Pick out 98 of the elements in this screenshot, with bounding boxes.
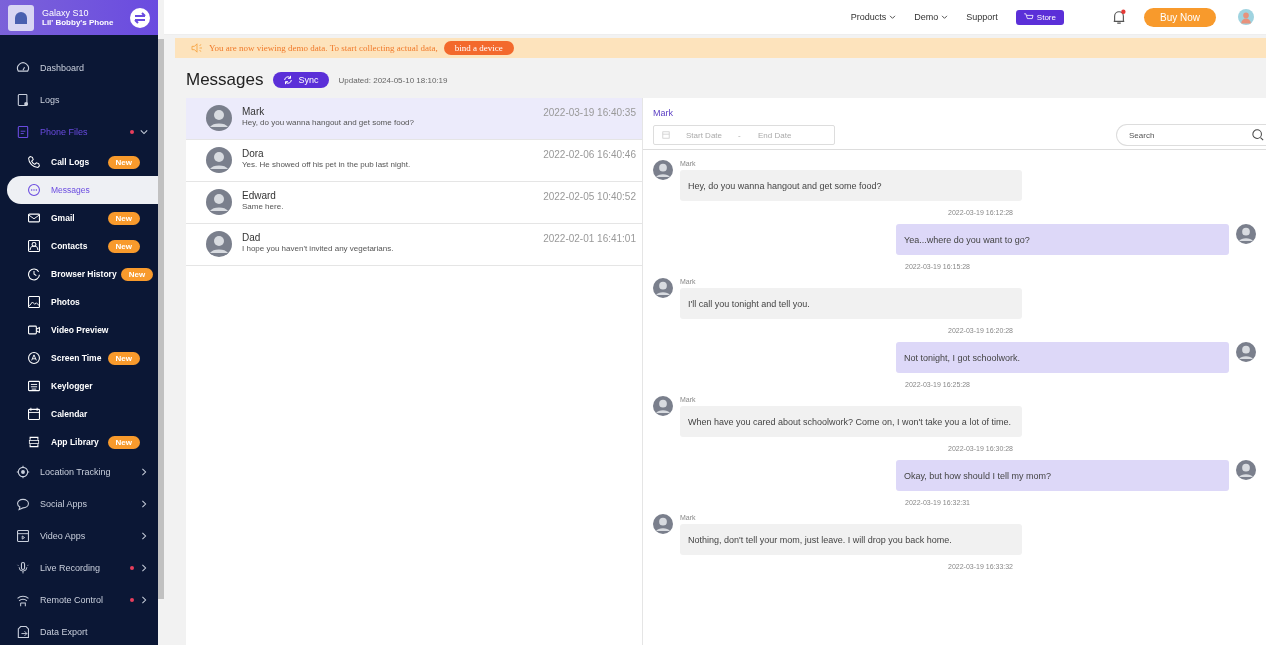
avatar-icon [206,105,232,131]
new-badge: New [120,267,154,281]
avatar-icon [653,396,673,416]
new-badge: New [107,239,140,253]
contact-name: Dad [242,232,262,243]
nav-link[interactable]: Demo [914,12,949,22]
sent-message: Yea...where do you want to go? [896,224,1229,255]
microphone-icon [16,561,30,575]
avatar-icon [206,231,232,257]
chat-contact-name: Mark [653,108,674,118]
avatar-icon [1236,460,1256,480]
signal-waves-icon [16,593,30,607]
target-icon [16,465,30,479]
updated-time: Updated: 2024-05-10 18:10:19 [338,75,448,85]
calendar-icon [662,131,670,139]
calendar-icon [27,407,41,421]
avatar-icon [1236,342,1256,362]
message-preview: I hope you haven't invited any vegetarians. [242,244,395,253]
nav-link[interactable]: Products [850,12,897,22]
new-badge: New [107,211,140,225]
conversation-item[interactable]: Edward Same here. 2022-02-05 10:40:52 [186,182,642,224]
sidebar-item[interactable]: Video Preview [0,316,158,344]
new-badge: New [107,435,140,449]
speech-bubble-icon [16,497,30,511]
clock-icon [27,267,41,281]
sidebar-item[interactable]: Data Export [0,616,158,645]
conversation-item[interactable]: Dad I hope you haven't invited any vegetarians. 2022-02-01 16:41:01 [186,224,642,266]
keyboard-icon [27,379,41,393]
message-time: 2022-03-19 16:40:35 [543,106,636,118]
nav-link[interactable]: Support [966,12,998,22]
image-icon [27,295,41,309]
message-preview: Same here. [242,202,285,211]
message-time: 2022-02-01 16:41:01 [543,232,636,244]
date-separator: - [738,130,741,140]
new-badge: New [107,155,140,169]
avatar-icon [206,189,232,215]
received-message: When have you cared about schoolwork? Come on, I won't take you a lot of time. [680,406,1022,437]
sidebar-item[interactable]: Gmail New [0,204,158,232]
sidebar-item[interactable]: Messages [7,176,158,204]
avatar-icon [653,160,673,180]
avatar-icon [653,514,673,534]
sidebar-item[interactable]: Keylogger [0,372,158,400]
sidebar-item[interactable]: App Library New [0,428,158,456]
avatar-icon [1236,224,1256,244]
circle-letter-icon [27,351,41,365]
device-name: Lil' Bobby's Phone [42,18,115,27]
sent-message: Okay, but how should I tell my mom? [896,460,1229,491]
sidebar-item[interactable]: Photos [0,288,158,316]
sidebar-item[interactable]: Contacts New [0,232,158,260]
cart-icon [1023,13,1034,21]
phone-icon [27,155,41,169]
contact-name: Edward [242,190,277,201]
export-icon [16,625,30,639]
new-badge: New [107,351,140,365]
sidebar-item[interactable]: Screen Time New [0,344,158,372]
sidebar-item[interactable]: Calendar [0,400,158,428]
app-frame-icon [27,435,41,449]
speaker-icon [191,43,203,53]
avatar-icon [653,278,673,298]
sidebar-item[interactable]: Browser History New [0,260,158,288]
message-preview: Yes. He showed off his pet in the pub last night. [242,160,412,169]
document-icon [16,93,30,107]
sidebar-item[interactable]: Remote Control [0,584,158,616]
chat-bubble-icon [27,183,41,197]
bell-icon[interactable] [1112,9,1126,25]
refresh-icon [283,75,294,85]
message-time: 2022-02-06 16:40:46 [543,148,636,160]
sidebar-item[interactable]: Call Logs New [0,148,158,176]
sidebar-item[interactable]: Dashboard [0,52,158,84]
sidebar-item[interactable]: Logs [0,84,158,116]
message-preview: Hey, do you wanna hangout and get some food? [242,118,415,127]
received-message: Hey, do you wanna hangout and get some food? [680,170,1022,201]
sidebar-item[interactable]: Location Tracking [0,456,158,488]
document-icon [16,125,30,139]
envelope-icon [27,211,41,225]
gauge-icon [16,61,30,75]
page-title: Messages [186,70,264,90]
video-camera-icon [27,323,41,337]
sidebar-item[interactable]: Live Recording [0,552,158,584]
contact-name: Dora [242,148,265,159]
store-button[interactable]: Store [1015,9,1064,25]
message-time: 2022-02-05 10:40:52 [543,190,636,202]
avatar-icon [206,147,232,173]
device-model: Galaxy S10 [42,8,90,18]
conversation-item[interactable]: Dora Yes. He showed off his pet in the pub last night. 2022-02-06 16:40:46 [186,140,642,182]
video-frame-icon [16,529,30,543]
sidebar-item[interactable]: Video Apps [0,520,158,552]
sync-button[interactable]: Sync [273,72,329,88]
conversation-item[interactable]: Mark Hey, do you wanna hangout and get some food? 2022-03-19 16:40:35 [186,98,642,140]
sidebar-item[interactable]: Social Apps [0,488,158,520]
received-message: Nothing, don't tell your mom, just leave. I will drop you back home. [680,524,1022,555]
search-icon [1252,129,1264,141]
sent-message: Not tonight, I got schoolwork. [896,342,1229,373]
switch-icon[interactable] [130,7,150,28]
contact-card-icon [27,239,41,253]
contact-name: Mark [242,106,266,117]
banner-text: You are now viewing demo data. To start collecting actual data, [209,43,438,53]
received-message: I'll call you tonight and tell you. [680,288,1022,319]
